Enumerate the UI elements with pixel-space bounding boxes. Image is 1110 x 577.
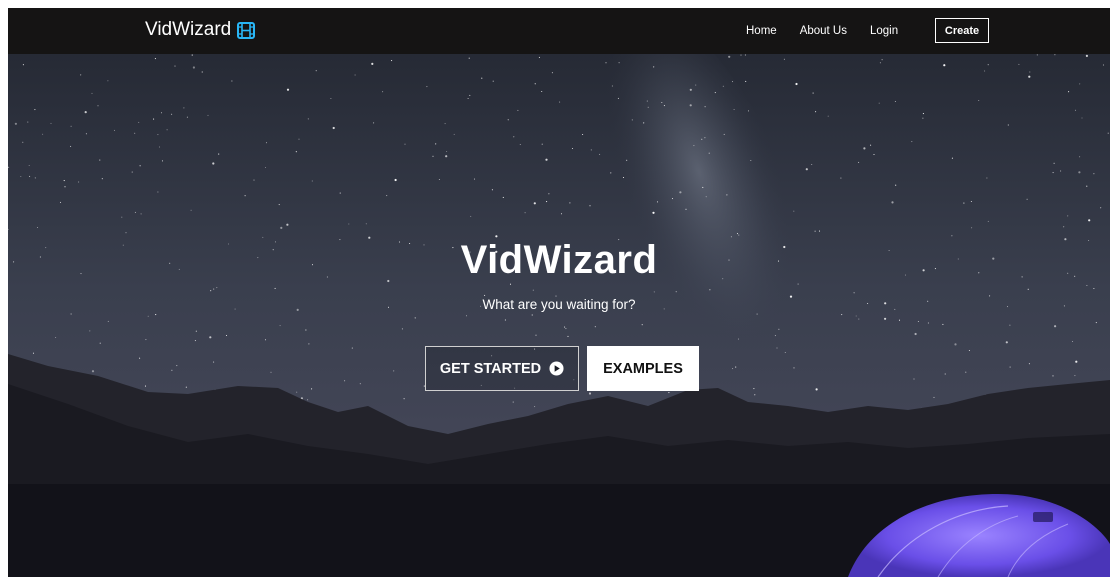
film-icon <box>237 21 256 39</box>
create-button[interactable]: Create <box>935 18 989 43</box>
nav-link-login[interactable]: Login <box>870 25 898 37</box>
get-started-button[interactable]: GET STARTED <box>425 346 579 391</box>
get-started-label: GET STARTED <box>439 360 542 377</box>
nav-link-home[interactable]: Home <box>746 25 777 37</box>
brand-logo[interactable]: VidWizard <box>145 19 256 41</box>
brand-name: VidWizard <box>145 19 232 40</box>
play-circle-icon <box>549 361 564 376</box>
nav-links: Home About Us Login <box>746 8 921 54</box>
night-sky-background <box>8 54 1110 577</box>
hero-title: VidWizard <box>460 238 658 282</box>
nav-link-about-us[interactable]: About Us <box>800 25 847 37</box>
examples-button[interactable]: EXAMPLES <box>587 346 699 391</box>
hero-section: VidWizard What are you waiting for? GET … <box>8 54 1110 577</box>
navbar: VidWizard Home About Us Login Create <box>8 8 1110 54</box>
hero-subtitle: What are you waiting for? <box>482 297 636 312</box>
page-frame: VidWizard Home About Us Login Create Vid… <box>8 8 1110 577</box>
